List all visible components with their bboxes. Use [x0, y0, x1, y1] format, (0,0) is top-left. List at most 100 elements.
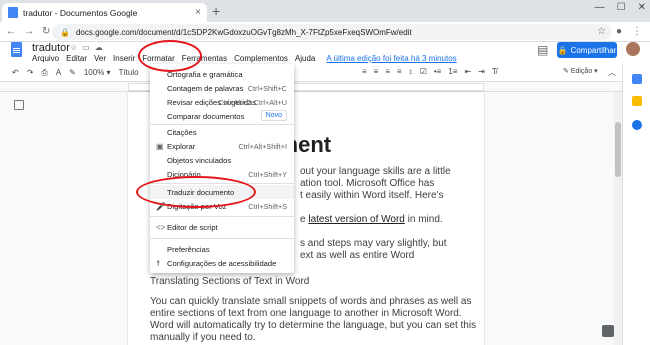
- back-arrow-icon[interactable]: ←: [6, 26, 16, 37]
- menu-item-explore[interactable]: ▣ Explorar Ctrl+Alt+Shift+I: [150, 139, 294, 153]
- doc-line: ext as well as entire Word: [300, 250, 415, 261]
- browser-tab[interactable]: tradutor - Documentos Google ×: [2, 3, 207, 22]
- menu-item-shortcut: Ctrl+Shift+Y: [248, 169, 287, 179]
- editing-mode-label: Edição: [570, 68, 593, 75]
- clear-format-icon[interactable]: T̸: [492, 67, 497, 76]
- doc-line: ation tool. Microsoft Office has: [300, 178, 435, 189]
- address-bar-row: ← → ↻ 🔒 docs.google.com/document/d/1cSDP…: [0, 22, 650, 42]
- docs-favicon-icon: [8, 7, 18, 18]
- tab-close-icon[interactable]: ×: [195, 7, 201, 18]
- print-icon[interactable]: ⎙: [41, 68, 47, 78]
- comment-history-icon[interactable]: ▤: [537, 43, 548, 57]
- menu-item-label: Ortografia e gramática: [167, 69, 243, 79]
- docs-logo-icon[interactable]: [11, 42, 22, 57]
- menu-item-citations[interactable]: Citações: [150, 125, 294, 139]
- paint-format-icon[interactable]: ✎: [69, 68, 76, 77]
- undo-icon[interactable]: ↶: [12, 68, 19, 77]
- menu-item-dictionary[interactable]: Dicionário Ctrl+Shift+Y: [150, 167, 294, 181]
- doc-line: out your language skills are a little: [300, 166, 451, 177]
- menu-item-word-count[interactable]: Contagem de palavras Ctrl+Shift+C: [150, 81, 294, 95]
- editing-mode-select[interactable]: ✎ Edição ▾: [563, 67, 598, 75]
- menu-item-translate-document[interactable]: Traduzir documento: [150, 185, 294, 199]
- menu-editar[interactable]: Editar: [66, 54, 87, 63]
- menu-ajuda[interactable]: Ajuda: [295, 54, 315, 63]
- move-folder-icon[interactable]: ▭: [82, 43, 90, 52]
- menu-item-shortcut: Ctrl+Alt+O Ctrl+Alt+U: [218, 97, 287, 107]
- spellcheck-icon[interactable]: A: [56, 68, 61, 77]
- justify-icon[interactable]: ≡: [397, 67, 402, 76]
- menu-item-voice-typing[interactable]: 🎤 Digitação por Voz Ctrl+Shift+S: [150, 199, 294, 213]
- menu-item-label: Digitação por Voz: [167, 201, 227, 211]
- lock-share-icon: 🔒: [557, 45, 568, 55]
- profile-icon[interactable]: ●: [616, 26, 622, 37]
- bullets-icon[interactable]: •≡: [434, 67, 441, 76]
- doc-line: Word will automatically try to determine…: [150, 320, 477, 331]
- lock-icon: 🔒: [60, 27, 70, 37]
- tasks-icon[interactable]: [632, 120, 642, 130]
- menu-complementos[interactable]: Complementos: [234, 54, 288, 63]
- vertical-scrollbar[interactable]: [614, 92, 622, 345]
- reload-icon[interactable]: ↻: [42, 26, 50, 37]
- checklist-icon[interactable]: ☑: [420, 67, 427, 76]
- redo-icon[interactable]: ↷: [27, 68, 34, 77]
- line-spacing-icon[interactable]: ↕: [409, 67, 413, 76]
- avatar[interactable]: [626, 42, 640, 56]
- menu-divider: [150, 183, 294, 184]
- menu-divider: [150, 238, 294, 239]
- menu-item-preferences[interactable]: Preferências: [150, 242, 294, 256]
- menu-item-spelling[interactable]: Ortografia e gramática: [150, 67, 294, 81]
- calendar-icon[interactable]: [632, 74, 642, 84]
- browser-menu-icon[interactable]: ⋮: [632, 26, 642, 37]
- menu-item-label: Preferências: [167, 244, 210, 254]
- menu-item-accessibility[interactable]: ☨ Configurações de acessibilidade: [150, 256, 294, 270]
- star-icon[interactable]: ☆: [70, 43, 77, 52]
- align-left-icon[interactable]: ≡: [362, 67, 367, 76]
- style-select[interactable]: Título: [119, 68, 139, 77]
- bookmark-star-icon[interactable]: ☆: [597, 26, 606, 37]
- menu-item-label: Traduzir documento: [167, 187, 235, 197]
- toolbar-right-group: ≡ ≡ ≡ ≡ ↕ ☑ •≡ 1≡ ⇤ ⇥ T̸: [362, 67, 497, 76]
- menu-item-review-edits[interactable]: Revisar edições sugeridas Ctrl+Alt+O Ctr…: [150, 95, 294, 109]
- microphone-icon: 🎤: [156, 201, 166, 211]
- indent-more-icon[interactable]: ⇥: [478, 67, 485, 76]
- document-outline-icon[interactable]: [14, 100, 24, 110]
- align-right-icon[interactable]: ≡: [385, 67, 390, 76]
- menu-item-label: Configurações de acessibilidade: [167, 258, 277, 268]
- close-window-button[interactable]: ✕: [638, 2, 646, 13]
- menu-item-label: Comparar documentos: [167, 111, 245, 121]
- last-edit-link[interactable]: A última edição foi feita há 3 minutos: [326, 54, 456, 63]
- hide-menus-icon[interactable]: ︿: [608, 67, 616, 78]
- tab-title: tradutor - Documentos Google: [23, 7, 138, 18]
- menu-item-linked-objects[interactable]: Objetos vinculados: [150, 153, 294, 167]
- doc-line: t easily within Word itself. Here's: [300, 190, 444, 201]
- zoom-select[interactable]: 100% ▾: [84, 68, 111, 77]
- menu-item-label: Explorar: [167, 141, 196, 151]
- indent-less-icon[interactable]: ⇤: [464, 67, 471, 76]
- document-title[interactable]: tradutor: [32, 42, 70, 54]
- menu-ver[interactable]: Ver: [94, 54, 106, 63]
- url-input[interactable]: 🔒 docs.google.com/document/d/1cSDP2KwGdo…: [52, 24, 612, 40]
- new-tab-button[interactable]: +: [212, 3, 220, 19]
- menu-item-script-editor[interactable]: <> Editor de script: [150, 220, 294, 234]
- latest-version-link[interactable]: latest version of Word: [308, 214, 405, 225]
- menu-item-label: Contagem de palavras: [167, 83, 244, 93]
- menu-formatar[interactable]: Formatar: [142, 54, 174, 63]
- scrollbar-thumb[interactable]: [615, 122, 621, 177]
- share-button[interactable]: 🔒 Compartilhar: [557, 42, 617, 58]
- cloud-saved-icon[interactable]: ☁: [95, 43, 103, 52]
- menu-inserir[interactable]: Inserir: [113, 54, 135, 63]
- numbered-list-icon[interactable]: 1≡: [448, 67, 457, 76]
- menu-ferramentas[interactable]: Ferramentas: [182, 54, 227, 63]
- doc-line: entire sections of text from one languag…: [150, 308, 462, 319]
- minimize-button[interactable]: —: [595, 2, 605, 13]
- maximize-button[interactable]: ☐: [617, 2, 626, 13]
- menu-item-shortcut: Ctrl+Shift+C: [247, 83, 287, 93]
- menu-arquivo[interactable]: Arquivo: [32, 54, 59, 63]
- tools-dropdown-menu: Ortografia e gramática Contagem de palav…: [150, 64, 294, 273]
- explore-fab-icon[interactable]: [602, 325, 614, 337]
- menu-item-compare-documents[interactable]: Comparar documentos Novo: [150, 109, 294, 123]
- forward-arrow-icon[interactable]: →: [24, 26, 34, 37]
- align-center-icon[interactable]: ≡: [374, 67, 379, 76]
- keep-icon[interactable]: [632, 96, 642, 106]
- menu-item-label: Citações: [167, 127, 197, 137]
